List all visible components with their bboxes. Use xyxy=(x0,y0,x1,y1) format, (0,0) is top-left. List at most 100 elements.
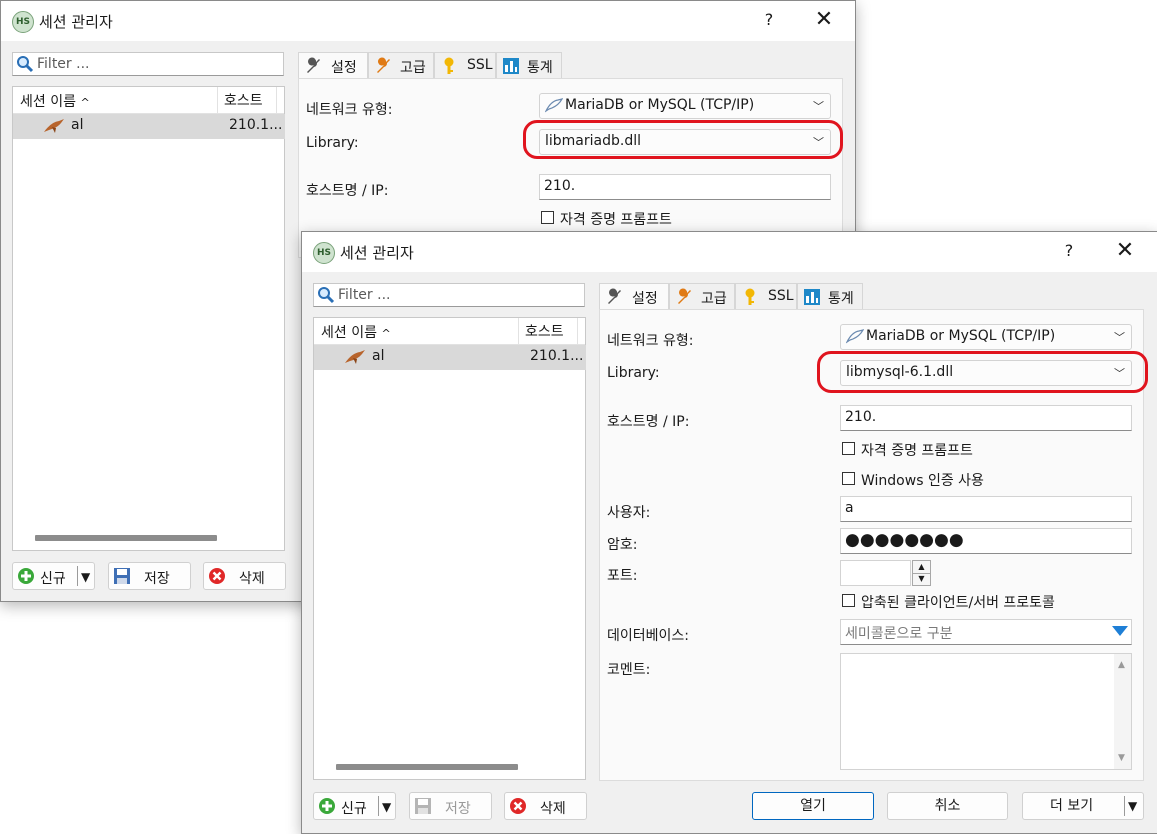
session-row[interactable]: al 210.1... xyxy=(13,114,285,139)
save-button[interactable]: 저장 xyxy=(108,562,191,590)
scroll-up-icon[interactable]: ▲ xyxy=(1118,660,1125,670)
delete-icon xyxy=(509,797,527,819)
tab-settings[interactable]: 설정 xyxy=(298,52,368,79)
vertical-scrollbar[interactable]: ▲ ▼ xyxy=(1114,654,1131,769)
session-name: al xyxy=(71,117,84,133)
search-icon xyxy=(317,286,335,308)
new-session-button[interactable]: 신규 ▼ xyxy=(313,792,396,820)
host-value: 210. xyxy=(845,409,877,425)
more-button[interactable]: 더 보기 ▼ xyxy=(1022,792,1144,820)
new-session-button[interactable]: 신규 ▼ xyxy=(12,562,95,590)
network-type-select[interactable]: MariaDB or MySQL (TCP/IP) ﹀ xyxy=(840,324,1132,350)
col-session-name[interactable]: 세션 이름 ^ xyxy=(20,91,90,111)
session-list-header: 세션 이름 ^ 호스트 xyxy=(13,87,284,114)
save-label: 저장 xyxy=(144,571,170,587)
tab-settings[interactable]: 설정 xyxy=(599,283,669,310)
dropdown-arrow-icon[interactable] xyxy=(1111,625,1129,641)
session-row[interactable]: al 210.1... xyxy=(314,345,586,370)
comment-label: 코멘트: xyxy=(607,662,651,678)
session-list[interactable]: 세션 이름 ^ 호스트 al 210.1... xyxy=(313,317,586,780)
filter-placeholder: Filter ... xyxy=(37,56,90,72)
checkbox-box[interactable] xyxy=(541,211,554,224)
horizontal-scrollbar[interactable] xyxy=(35,535,217,541)
save-button[interactable]: 저장 xyxy=(409,792,492,820)
help-button[interactable]: ? xyxy=(757,10,781,29)
tab-advanced[interactable]: 고급 xyxy=(669,283,735,309)
floppy-icon xyxy=(113,567,131,589)
col-host[interactable]: 호스트 xyxy=(518,318,570,344)
delete-button[interactable]: 삭제 xyxy=(504,792,587,820)
checkbox-box[interactable] xyxy=(842,594,855,607)
library-label: Library: xyxy=(607,365,660,381)
delete-button[interactable]: 삭제 xyxy=(203,562,286,590)
dolphin-icon xyxy=(344,349,366,369)
host-label: 호스트명 / IP: xyxy=(607,414,690,430)
dolphin-icon xyxy=(544,98,564,118)
compress-protocol-label: 압축된 클라이언트/서버 프로토콜 xyxy=(861,595,1055,611)
network-type-select[interactable]: MariaDB or MySQL (TCP/IP) ﹀ xyxy=(539,93,831,119)
wrench-icon xyxy=(374,57,392,79)
library-label: Library: xyxy=(306,135,359,151)
key-icon xyxy=(440,57,458,79)
password-input[interactable]: ●●●●●●●● xyxy=(840,528,1132,554)
save-label: 저장 xyxy=(445,801,471,817)
col-session-name[interactable]: 세션 이름 ^ xyxy=(321,322,391,342)
comment-textarea[interactable]: ▲ ▼ xyxy=(840,653,1132,770)
user-label: 사용자: xyxy=(607,505,651,521)
floppy-icon xyxy=(414,797,432,819)
tab-statistics-label: 통계 xyxy=(828,291,854,307)
user-value: a xyxy=(845,500,854,516)
new-label: 신규 xyxy=(341,801,367,817)
close-button[interactable]: ✕ xyxy=(812,7,836,32)
filter-input[interactable]: Filter ... xyxy=(12,52,284,76)
tab-ssl-label: SSL xyxy=(768,288,794,304)
password-value: ●●●●●●●● xyxy=(845,530,964,550)
port-stepper[interactable]: ▲ ▼ xyxy=(912,560,931,586)
filter-placeholder: Filter ... xyxy=(338,287,391,303)
chevron-down-icon[interactable]: ▼ xyxy=(1128,793,1137,819)
checkbox-box[interactable] xyxy=(842,472,855,485)
host-input[interactable]: 210. xyxy=(840,405,1132,431)
front-window-title: 세션 관리자 xyxy=(340,244,414,262)
hs-app-icon: HS xyxy=(313,242,335,264)
wrench-icon xyxy=(605,288,623,310)
checkbox-box[interactable] xyxy=(842,442,855,455)
host-label: 호스트명 / IP: xyxy=(306,183,389,199)
database-label: 데이터베이스: xyxy=(607,628,689,644)
cancel-button[interactable]: 취소 xyxy=(887,792,1008,820)
chevron-down-icon: ﹀ xyxy=(813,100,824,113)
credential-prompt-label: 자격 증명 프롬프트 xyxy=(560,212,672,228)
tab-statistics[interactable]: 통계 xyxy=(797,283,863,309)
tab-ssl[interactable]: SSL xyxy=(434,52,496,78)
database-input[interactable]: 세미콜론으로 구분 xyxy=(840,619,1132,645)
help-button[interactable]: ? xyxy=(1057,241,1081,260)
session-list[interactable]: 세션 이름 ^ 호스트 al 210.1... xyxy=(12,86,285,551)
col-host[interactable]: 호스트 xyxy=(217,87,269,113)
password-label: 암호: xyxy=(607,537,638,553)
front-tabs: 설정 고급 SSL 통계 xyxy=(599,283,899,310)
chevron-down-icon[interactable]: ▼ xyxy=(913,573,930,585)
chevron-down-icon[interactable]: ▼ xyxy=(382,800,391,814)
back-window-title: 세션 관리자 xyxy=(39,13,113,31)
new-label: 신규 xyxy=(40,571,66,587)
chevron-down-icon[interactable]: ▼ xyxy=(81,570,90,584)
tab-advanced-label: 고급 xyxy=(400,60,426,76)
host-input[interactable]: 210. xyxy=(539,174,831,200)
port-input[interactable] xyxy=(840,560,911,586)
tab-statistics[interactable]: 통계 xyxy=(496,52,562,78)
tab-advanced[interactable]: 고급 xyxy=(368,52,434,78)
scroll-down-icon[interactable]: ▼ xyxy=(1118,753,1125,763)
close-button[interactable]: ✕ xyxy=(1113,238,1137,263)
session-host: 210.1... xyxy=(229,117,283,133)
back-titlebar: HS 세션 관리자 ? ✕ xyxy=(1,1,855,41)
filter-input[interactable]: Filter ... xyxy=(313,283,585,307)
tab-ssl[interactable]: SSL xyxy=(735,283,797,309)
annotation-highlight xyxy=(523,120,843,159)
horizontal-scrollbar[interactable] xyxy=(336,764,518,770)
column-divider xyxy=(276,87,277,113)
delete-label: 삭제 xyxy=(239,571,265,587)
open-button[interactable]: 열기 xyxy=(752,792,874,820)
user-input[interactable]: a xyxy=(840,496,1132,522)
wrench-icon xyxy=(675,288,693,310)
chart-icon xyxy=(502,57,520,79)
